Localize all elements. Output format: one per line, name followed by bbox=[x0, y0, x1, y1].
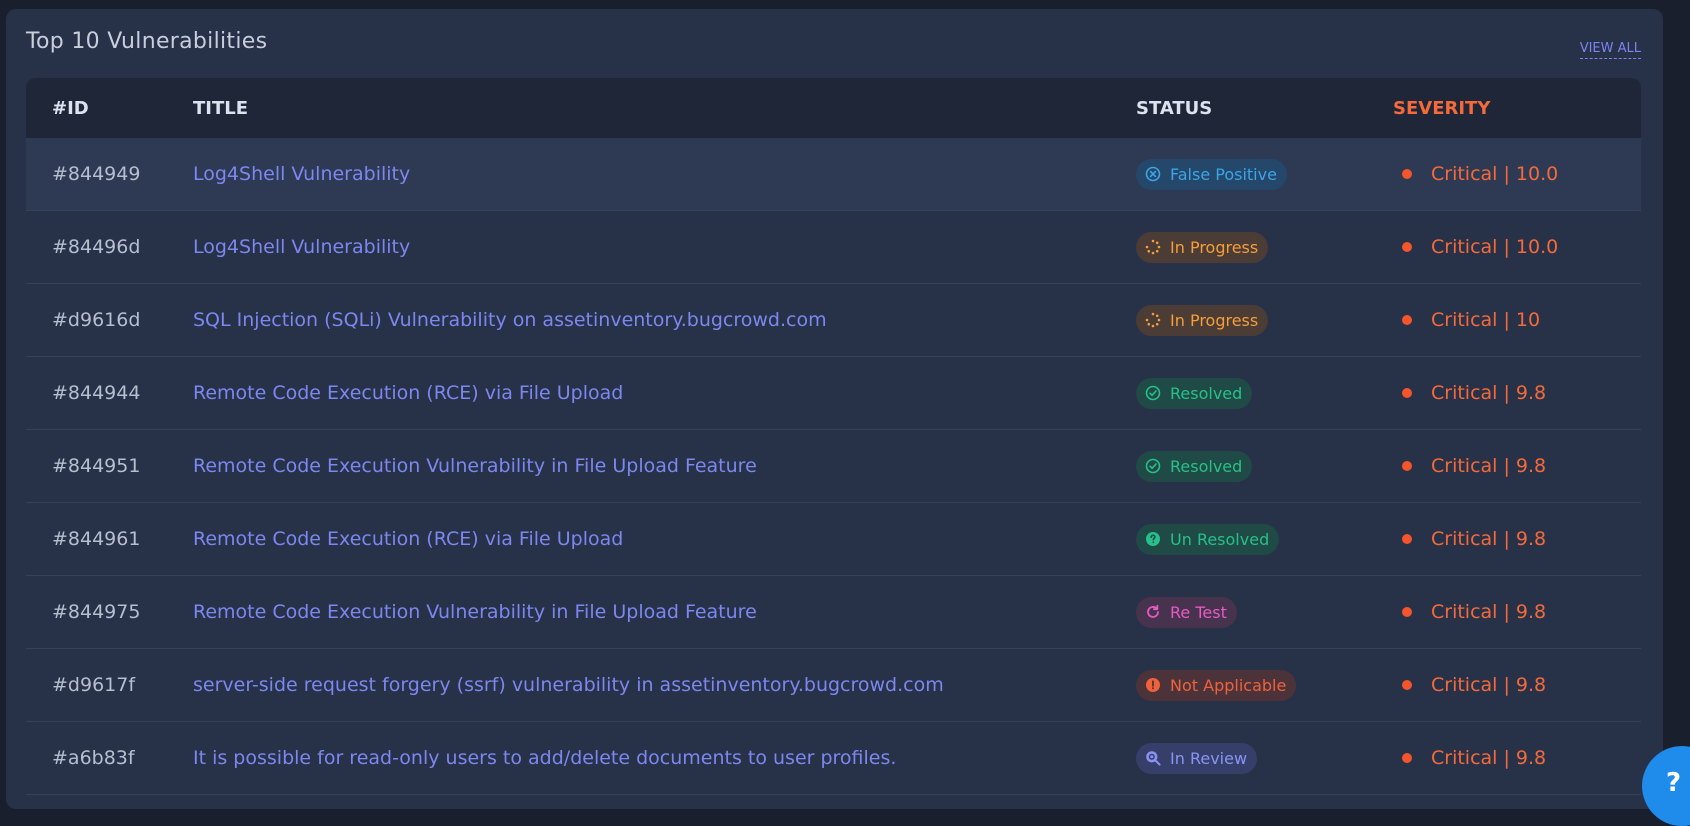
status-label: Resolved bbox=[1170, 383, 1243, 403]
column-header-severity: SEVERITY bbox=[1393, 97, 1491, 119]
vuln-title-link[interactable]: Remote Code Execution (RCE) via File Upl… bbox=[193, 382, 1136, 404]
table-row[interactable]: #844961 Remote Code Execution (RCE) via … bbox=[26, 503, 1641, 576]
table-row[interactable]: #844951 Remote Code Execution Vulnerabil… bbox=[26, 430, 1641, 503]
spinner-icon bbox=[1145, 312, 1161, 328]
vuln-id: #d9617f bbox=[52, 674, 136, 696]
severity-label: Critical | 10.0 bbox=[1431, 236, 1559, 258]
table-row[interactable]: #d9617f server-side request forgery (ssr… bbox=[26, 649, 1641, 722]
status-label: In Progress bbox=[1170, 237, 1259, 257]
severity-dot-icon bbox=[1402, 534, 1412, 544]
vuln-id: #84496d bbox=[52, 236, 141, 258]
refresh-icon bbox=[1145, 604, 1161, 620]
status-label: In Review bbox=[1170, 748, 1248, 768]
severity-label: Critical | 9.8 bbox=[1431, 455, 1547, 477]
severity-dot-icon bbox=[1402, 680, 1412, 690]
severity-dot-icon bbox=[1402, 607, 1412, 617]
severity-label: Critical | 10 bbox=[1431, 309, 1541, 331]
table-row[interactable]: #84496d Log4Shell Vulnerability In Progr… bbox=[26, 211, 1641, 284]
vuln-title-link[interactable]: server-side request forgery (ssrf) vulne… bbox=[193, 674, 1136, 696]
severity-label: Critical | 9.8 bbox=[1431, 674, 1547, 696]
spinner-icon bbox=[1145, 239, 1161, 255]
view-all-link[interactable]: VIEW ALL bbox=[1579, 41, 1641, 59]
column-header-id: #ID bbox=[52, 97, 89, 119]
severity-dot-icon bbox=[1402, 388, 1412, 398]
vuln-id: #844949 bbox=[52, 163, 141, 185]
table-row[interactable]: #844944 Remote Code Execution (RCE) via … bbox=[26, 357, 1641, 430]
question-circle-icon bbox=[1145, 531, 1161, 547]
status-label: Re Test bbox=[1170, 602, 1227, 622]
status-badge[interactable]: Re Test bbox=[1136, 596, 1237, 628]
table-header: #ID TITLE STATUS SEVERITY bbox=[26, 78, 1641, 138]
vuln-title-link[interactable]: Remote Code Execution (RCE) via File Upl… bbox=[193, 528, 1136, 550]
vuln-id: #844961 bbox=[52, 528, 141, 550]
table-row[interactable]: #844975 Remote Code Execution Vulnerabil… bbox=[26, 576, 1641, 649]
severity-label: Critical | 9.8 bbox=[1431, 747, 1547, 769]
search-icon bbox=[1145, 750, 1161, 766]
status-badge[interactable]: Resolved bbox=[1136, 377, 1253, 409]
status-badge[interactable]: False Positive bbox=[1136, 158, 1287, 190]
vuln-title-link[interactable]: SQL Injection (SQLi) Vulnerability on as… bbox=[193, 309, 1136, 331]
status-badge[interactable]: Not Applicable bbox=[1136, 669, 1297, 701]
column-header-title: TITLE bbox=[193, 97, 249, 119]
severity-dot-icon bbox=[1402, 169, 1412, 179]
vuln-id: #844951 bbox=[52, 455, 141, 477]
status-badge[interactable]: In Review bbox=[1136, 742, 1258, 774]
status-label: False Positive bbox=[1170, 164, 1277, 184]
severity-label: Critical | 9.8 bbox=[1431, 601, 1547, 623]
check-circle-icon bbox=[1145, 385, 1161, 401]
status-badge[interactable]: Un Resolved bbox=[1136, 523, 1280, 555]
check-circle-icon bbox=[1145, 458, 1161, 474]
vulnerabilities-card: Top 10 Vulnerabilities VIEW ALL #ID TITL… bbox=[6, 9, 1663, 809]
alert-circle-icon bbox=[1145, 677, 1161, 693]
severity-dot-icon bbox=[1402, 461, 1412, 471]
table-row[interactable]: #d9616d SQL Injection (SQLi) Vulnerabili… bbox=[26, 284, 1641, 357]
severity-label: Critical | 10.0 bbox=[1431, 163, 1559, 185]
vuln-title-link[interactable]: Remote Code Execution Vulnerability in F… bbox=[193, 455, 1136, 477]
status-label: Resolved bbox=[1170, 456, 1243, 476]
column-header-status: STATUS bbox=[1136, 97, 1213, 119]
status-label: In Progress bbox=[1170, 310, 1259, 330]
table-row[interactable]: #844949 Log4Shell Vulnerability False Po… bbox=[26, 138, 1641, 211]
vuln-title-link[interactable]: Log4Shell Vulnerability bbox=[193, 236, 1136, 258]
status-label: Un Resolved bbox=[1170, 529, 1270, 549]
vuln-id: #a6b83f bbox=[52, 747, 135, 769]
vuln-id: #844944 bbox=[52, 382, 141, 404]
vuln-id: #d9616d bbox=[52, 309, 141, 331]
severity-label: Critical | 9.8 bbox=[1431, 382, 1547, 404]
vuln-id: #844975 bbox=[52, 601, 141, 623]
card-title: Top 10 Vulnerabilities bbox=[26, 29, 268, 54]
help-icon: ? bbox=[1666, 768, 1682, 798]
vulnerabilities-table: #ID TITLE STATUS SEVERITY #844949 Log4Sh… bbox=[26, 78, 1641, 795]
status-badge[interactable]: In Progress bbox=[1136, 304, 1269, 336]
table-row[interactable]: #a6b83f It is possible for read-only use… bbox=[26, 722, 1641, 795]
status-label: Not Applicable bbox=[1170, 675, 1287, 695]
status-badge[interactable]: Resolved bbox=[1136, 450, 1253, 482]
vuln-title-link[interactable]: Log4Shell Vulnerability bbox=[193, 163, 1136, 185]
severity-dot-icon bbox=[1402, 753, 1412, 763]
vuln-title-link[interactable]: It is possible for read-only users to ad… bbox=[193, 747, 1136, 769]
vuln-title-link[interactable]: Remote Code Execution Vulnerability in F… bbox=[193, 601, 1136, 623]
x-circle-icon bbox=[1145, 166, 1161, 182]
status-badge[interactable]: In Progress bbox=[1136, 231, 1269, 263]
severity-label: Critical | 9.8 bbox=[1431, 528, 1547, 550]
severity-dot-icon bbox=[1402, 315, 1412, 325]
severity-dot-icon bbox=[1402, 242, 1412, 252]
